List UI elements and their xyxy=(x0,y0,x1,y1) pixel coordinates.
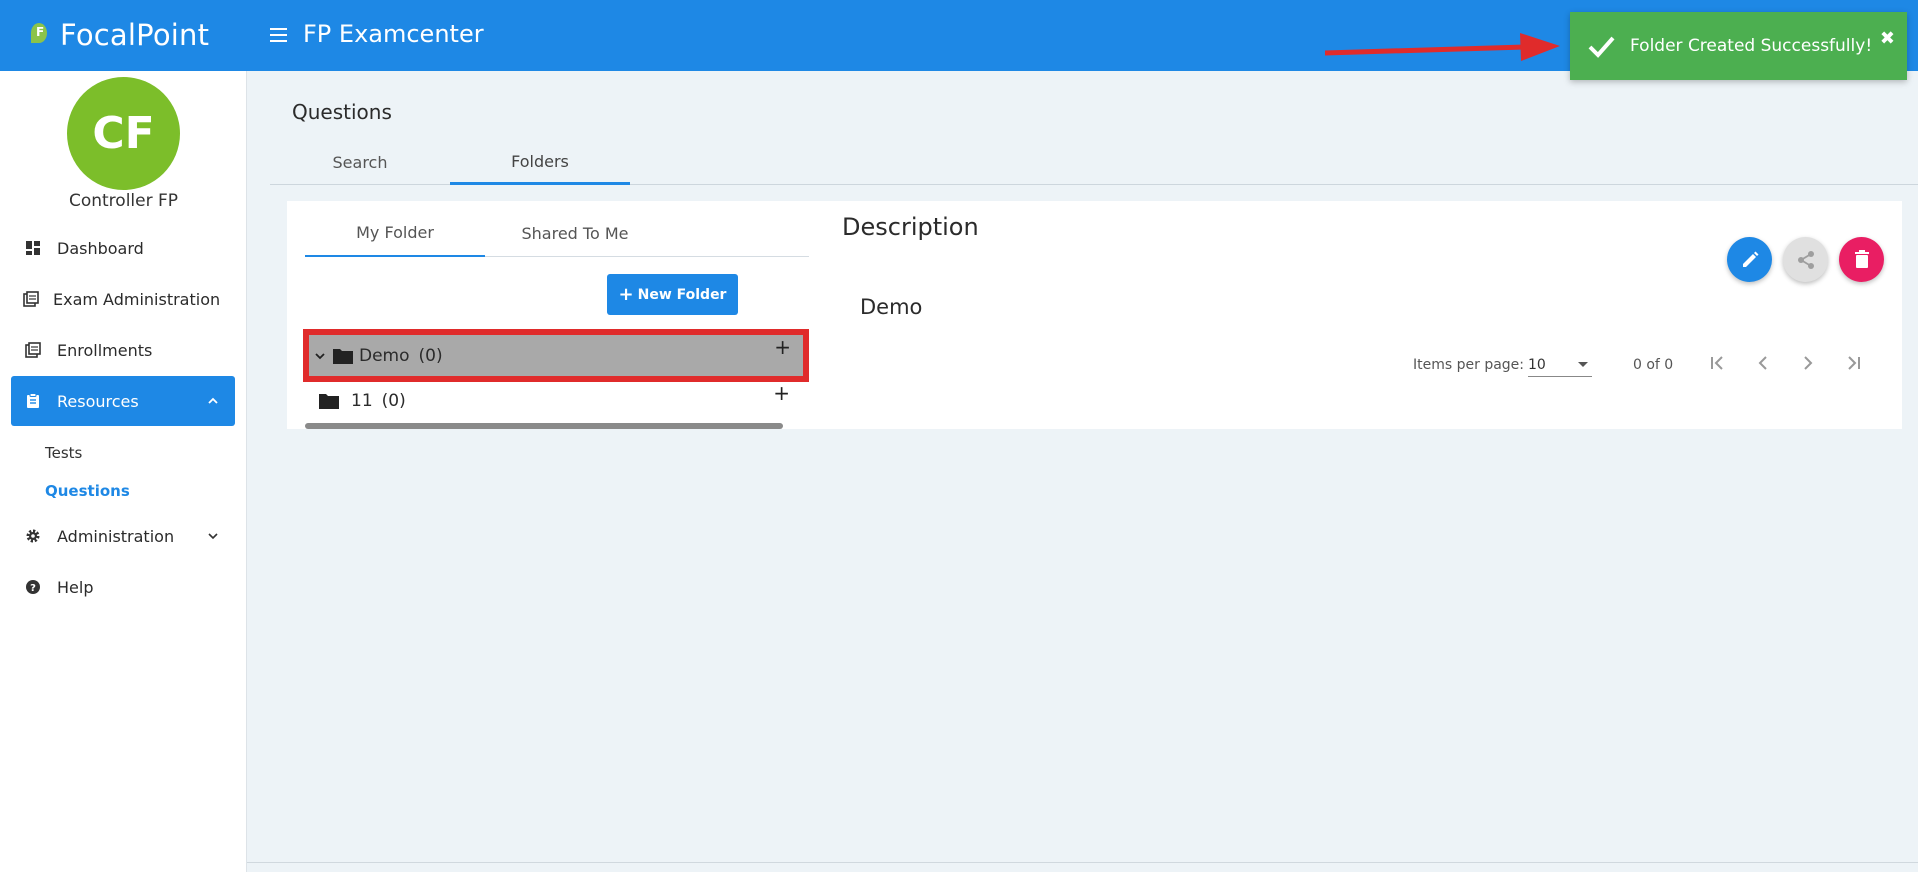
logo[interactable]: F FocalPoint xyxy=(28,18,209,52)
app-title: FP Examcenter xyxy=(303,20,484,48)
plus-icon: + xyxy=(618,284,634,305)
horizontal-scrollbar[interactable] xyxy=(305,423,783,429)
clipboard-icon xyxy=(27,393,39,408)
add-subfolder-icon[interactable]: + xyxy=(773,381,790,405)
add-subfolder-icon[interactable]: + xyxy=(774,335,791,359)
next-page-button[interactable] xyxy=(1793,348,1823,378)
first-page-icon xyxy=(1711,356,1723,370)
folder-tabs: My Folder Shared To Me xyxy=(305,209,809,257)
last-page-icon xyxy=(1848,356,1860,370)
help-icon: ? xyxy=(26,580,40,594)
folders-panel: My Folder Shared To Me + New Folder Demo… xyxy=(287,201,1902,429)
dashboard-icon xyxy=(26,241,40,255)
tab-search[interactable]: Search xyxy=(270,140,450,185)
sidebar-item-label: Dashboard xyxy=(57,238,144,258)
folder-icon xyxy=(319,394,339,409)
avatar[interactable]: CF xyxy=(67,77,180,190)
sidebar-item-dashboard[interactable]: Dashboard xyxy=(11,223,235,273)
sidebar: CF Controller FP Dashboard Exam Administ… xyxy=(0,71,247,872)
items-per-page-label: Items per page: xyxy=(1413,357,1525,373)
new-folder-label: New Folder xyxy=(637,286,727,303)
sidebar-item-enrollments[interactable]: Enrollments xyxy=(11,325,235,375)
close-icon[interactable]: ✖ xyxy=(1880,28,1895,49)
sidebar-item-help[interactable]: ? Help xyxy=(11,562,235,612)
sidebar-item-exam-administration[interactable]: Exam Administration xyxy=(11,274,235,324)
sidebar-item-administration[interactable]: Administration xyxy=(11,511,235,561)
folder-icon xyxy=(333,349,353,364)
folder-count: (0) xyxy=(381,390,406,411)
folder-count: (0) xyxy=(418,345,443,366)
toast-message: Folder Created Successfully! xyxy=(1630,36,1873,56)
first-page-button[interactable] xyxy=(1703,348,1733,378)
sidebar-item-label: Exam Administration xyxy=(53,289,221,309)
folder-name: Demo xyxy=(359,345,410,366)
dropdown-arrow-icon xyxy=(1578,362,1588,367)
logo-text: FocalPoint xyxy=(60,18,210,52)
folder-row-11[interactable]: 11 (0) + xyxy=(309,381,800,420)
sidebar-item-label: Enrollments xyxy=(57,340,153,360)
sidebar-item-label: Resources xyxy=(57,391,139,411)
folder-row-demo[interactable]: Demo (0) + xyxy=(303,329,809,382)
main-tabs: Search Folders xyxy=(270,140,1918,185)
hamburger-menu-icon[interactable] xyxy=(270,28,287,42)
chevron-right-icon xyxy=(1804,356,1813,370)
sidebar-item-label: Administration xyxy=(57,526,175,546)
previous-page-button[interactable] xyxy=(1748,348,1778,378)
sidebar-subitem-tests[interactable]: Tests xyxy=(45,444,82,462)
new-folder-button[interactable]: + New Folder xyxy=(607,274,738,315)
checkmark-icon xyxy=(1588,36,1615,58)
delete-button[interactable] xyxy=(1839,237,1884,282)
tab-folders[interactable]: Folders xyxy=(450,140,630,185)
svg-text:?: ? xyxy=(30,583,36,594)
trash-icon xyxy=(1854,249,1869,268)
last-page-button[interactable] xyxy=(1838,348,1868,378)
edit-button[interactable] xyxy=(1727,237,1772,282)
page-title: Questions xyxy=(292,100,392,124)
share-button[interactable] xyxy=(1783,237,1828,282)
pager-range: 0 of 0 xyxy=(1633,357,1674,373)
sidebar-subitem-questions[interactable]: Questions xyxy=(45,482,130,500)
pencil-icon xyxy=(1742,251,1758,267)
sidebar-item-label: Help xyxy=(57,577,94,597)
annotation-arrow-icon xyxy=(1325,33,1560,61)
tab-my-folder[interactable]: My Folder xyxy=(305,209,485,257)
chevron-down-icon[interactable] xyxy=(313,349,327,363)
items-per-page-value: 10 xyxy=(1528,357,1546,373)
folder-name: 11 xyxy=(351,390,373,411)
chevron-up-icon xyxy=(208,397,218,404)
success-toast: Folder Created Successfully! ✖ xyxy=(1570,12,1907,80)
description-title: Description xyxy=(842,213,979,241)
logo-icon: F xyxy=(28,23,52,47)
items-per-page-select[interactable]: 10 xyxy=(1528,349,1592,377)
book-icon xyxy=(23,291,39,307)
gear-icon xyxy=(26,529,40,543)
book-icon xyxy=(25,342,41,358)
tab-shared-to-me[interactable]: Shared To Me xyxy=(485,209,665,257)
description-text: Demo xyxy=(860,295,923,319)
sidebar-item-resources[interactable]: Resources xyxy=(11,376,235,426)
chevron-down-icon xyxy=(208,533,218,540)
user-name: Controller FP xyxy=(68,191,179,211)
chevron-left-icon xyxy=(1758,356,1767,370)
footer-divider xyxy=(247,862,1918,863)
share-icon xyxy=(1797,250,1814,269)
